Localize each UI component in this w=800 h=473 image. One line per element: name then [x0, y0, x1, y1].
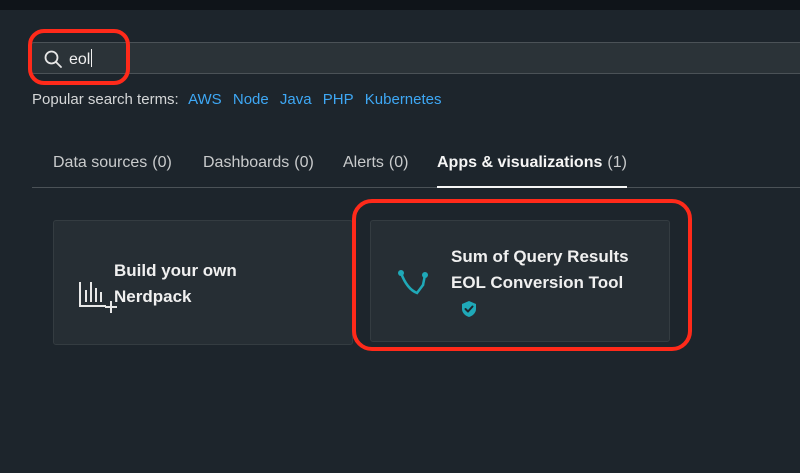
popular-search-terms: Popular search terms: AWS Node Java PHP … — [32, 91, 449, 108]
popular-term-php[interactable]: PHP — [323, 91, 354, 108]
popular-term-kubernetes[interactable]: Kubernetes — [365, 91, 442, 108]
tab-label: Apps & visualizations — [437, 154, 603, 171]
tab-count: (0) — [388, 154, 409, 171]
tab-dashboards[interactable]: Dashboards (0) — [203, 154, 314, 188]
result-tabs: Data sources (0) Dashboards (0) Alerts (0) … — [32, 150, 800, 188]
tab-label: Alerts — [343, 154, 384, 171]
top-bar — [0, 0, 800, 10]
tab-alerts[interactable]: Alerts (0) — [343, 154, 408, 188]
tab-count: (0) — [294, 154, 314, 171]
popular-term-aws[interactable]: AWS — [188, 91, 222, 108]
tab-label: Data sources — [53, 154, 148, 171]
popular-term-node[interactable]: Node — [233, 91, 269, 108]
popular-term-java[interactable]: Java — [280, 91, 312, 108]
tab-data-sources[interactable]: Data sources (0) — [53, 154, 172, 188]
tab-count: (1) — [607, 154, 627, 171]
card-build-nerdpack[interactable]: Build your own Nerdpack — [53, 220, 353, 345]
nerdpack-chart-icon — [79, 282, 117, 313]
card-highlight-annotation — [352, 199, 692, 351]
tab-label: Dashboards — [203, 154, 290, 171]
search-input[interactable]: eol — [30, 42, 800, 74]
tab-apps-visualizations[interactable]: Apps & visualizations (1) — [437, 154, 627, 188]
tab-count: (0) — [152, 154, 172, 171]
search-highlight-annotation — [28, 29, 130, 85]
popular-label: Popular search terms: — [32, 91, 179, 108]
card-title: Build your own Nerdpack — [114, 261, 237, 306]
